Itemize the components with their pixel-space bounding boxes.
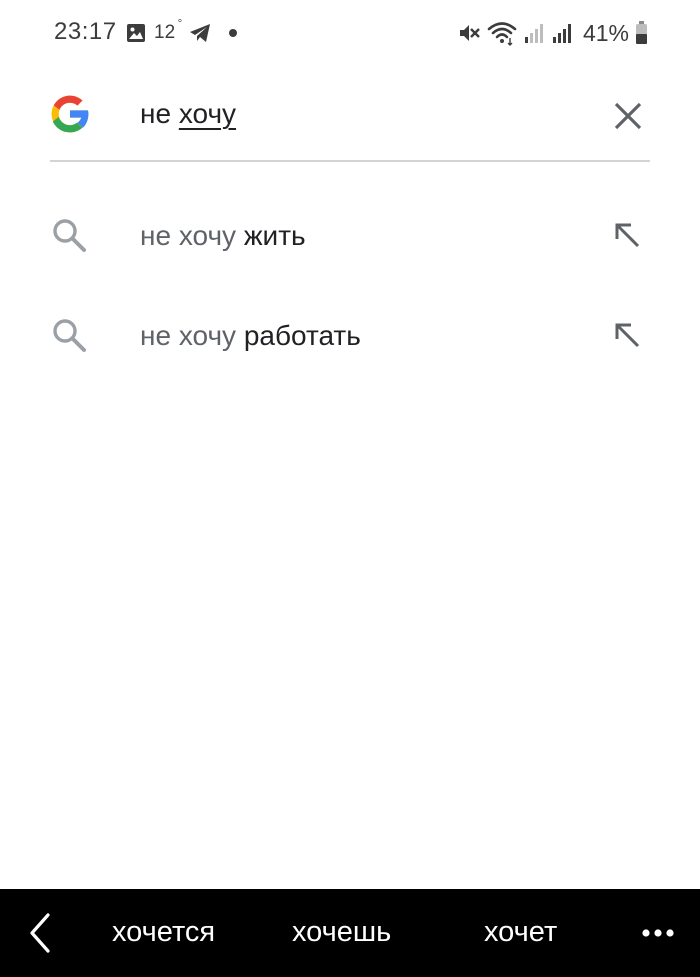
- suggestion-item[interactable]: не хочу жить: [0, 192, 700, 282]
- battery-icon: [636, 21, 647, 44]
- battery-percent: 41%: [582, 19, 629, 46]
- suggestion-text: не хочу работать: [140, 320, 361, 352]
- signal-icon: [524, 24, 543, 43]
- search-input[interactable]: не хочу: [140, 98, 236, 130]
- search-bar: не хочу: [50, 80, 650, 162]
- search-icon: [53, 219, 86, 252]
- suggestion-prefix: не хочу: [140, 220, 244, 251]
- status-time: 23:17: [54, 18, 117, 45]
- suggestion-item[interactable]: не хочу работать: [0, 292, 700, 382]
- arrow-up-left-icon[interactable]: [610, 318, 644, 352]
- temperature-unit: °: [177, 18, 183, 30]
- telegram-icon: [190, 24, 211, 42]
- temperature: 12 °: [154, 18, 182, 44]
- wifi-icon: [487, 22, 517, 46]
- gallery-icon: [127, 24, 145, 42]
- more-options-icon[interactable]: [640, 921, 680, 945]
- query-text: не: [140, 98, 179, 129]
- temperature-value: 12: [154, 22, 176, 43]
- clear-button[interactable]: [608, 96, 648, 136]
- status-right-icons: 41%: [457, 19, 648, 47]
- query-composing-text: хочу: [178, 98, 237, 129]
- search-icon: [53, 319, 86, 352]
- close-icon: [614, 102, 642, 130]
- keyboard-suggestion-strip: хочется хочешь хочет: [0, 889, 700, 977]
- suggestion-completion: жить: [243, 220, 306, 251]
- notification-dot: [229, 29, 238, 37]
- screen: 23:17 12 ° 41% не хочу не хочу жить не х…: [0, 0, 700, 977]
- signal-icon: [552, 24, 571, 43]
- suggestion-text: не хочу жить: [140, 220, 306, 252]
- suggestion-prefix: не хочу: [140, 320, 244, 351]
- mute-icon: [459, 25, 480, 41]
- google-logo-icon: [51, 95, 90, 133]
- arrow-up-left-icon[interactable]: [610, 218, 644, 252]
- keyboard-suggestion-word[interactable]: хочет: [484, 916, 557, 949]
- keyboard-suggestion-word[interactable]: хочешь: [292, 916, 391, 949]
- suggestion-completion: работать: [243, 320, 361, 351]
- chevron-left-icon[interactable]: [24, 911, 58, 955]
- keyboard-suggestion-word[interactable]: хочется: [112, 916, 215, 949]
- status-left-icons: 12 °: [126, 18, 238, 46]
- status-bar: 23:17 12 ° 41%: [0, 0, 700, 64]
